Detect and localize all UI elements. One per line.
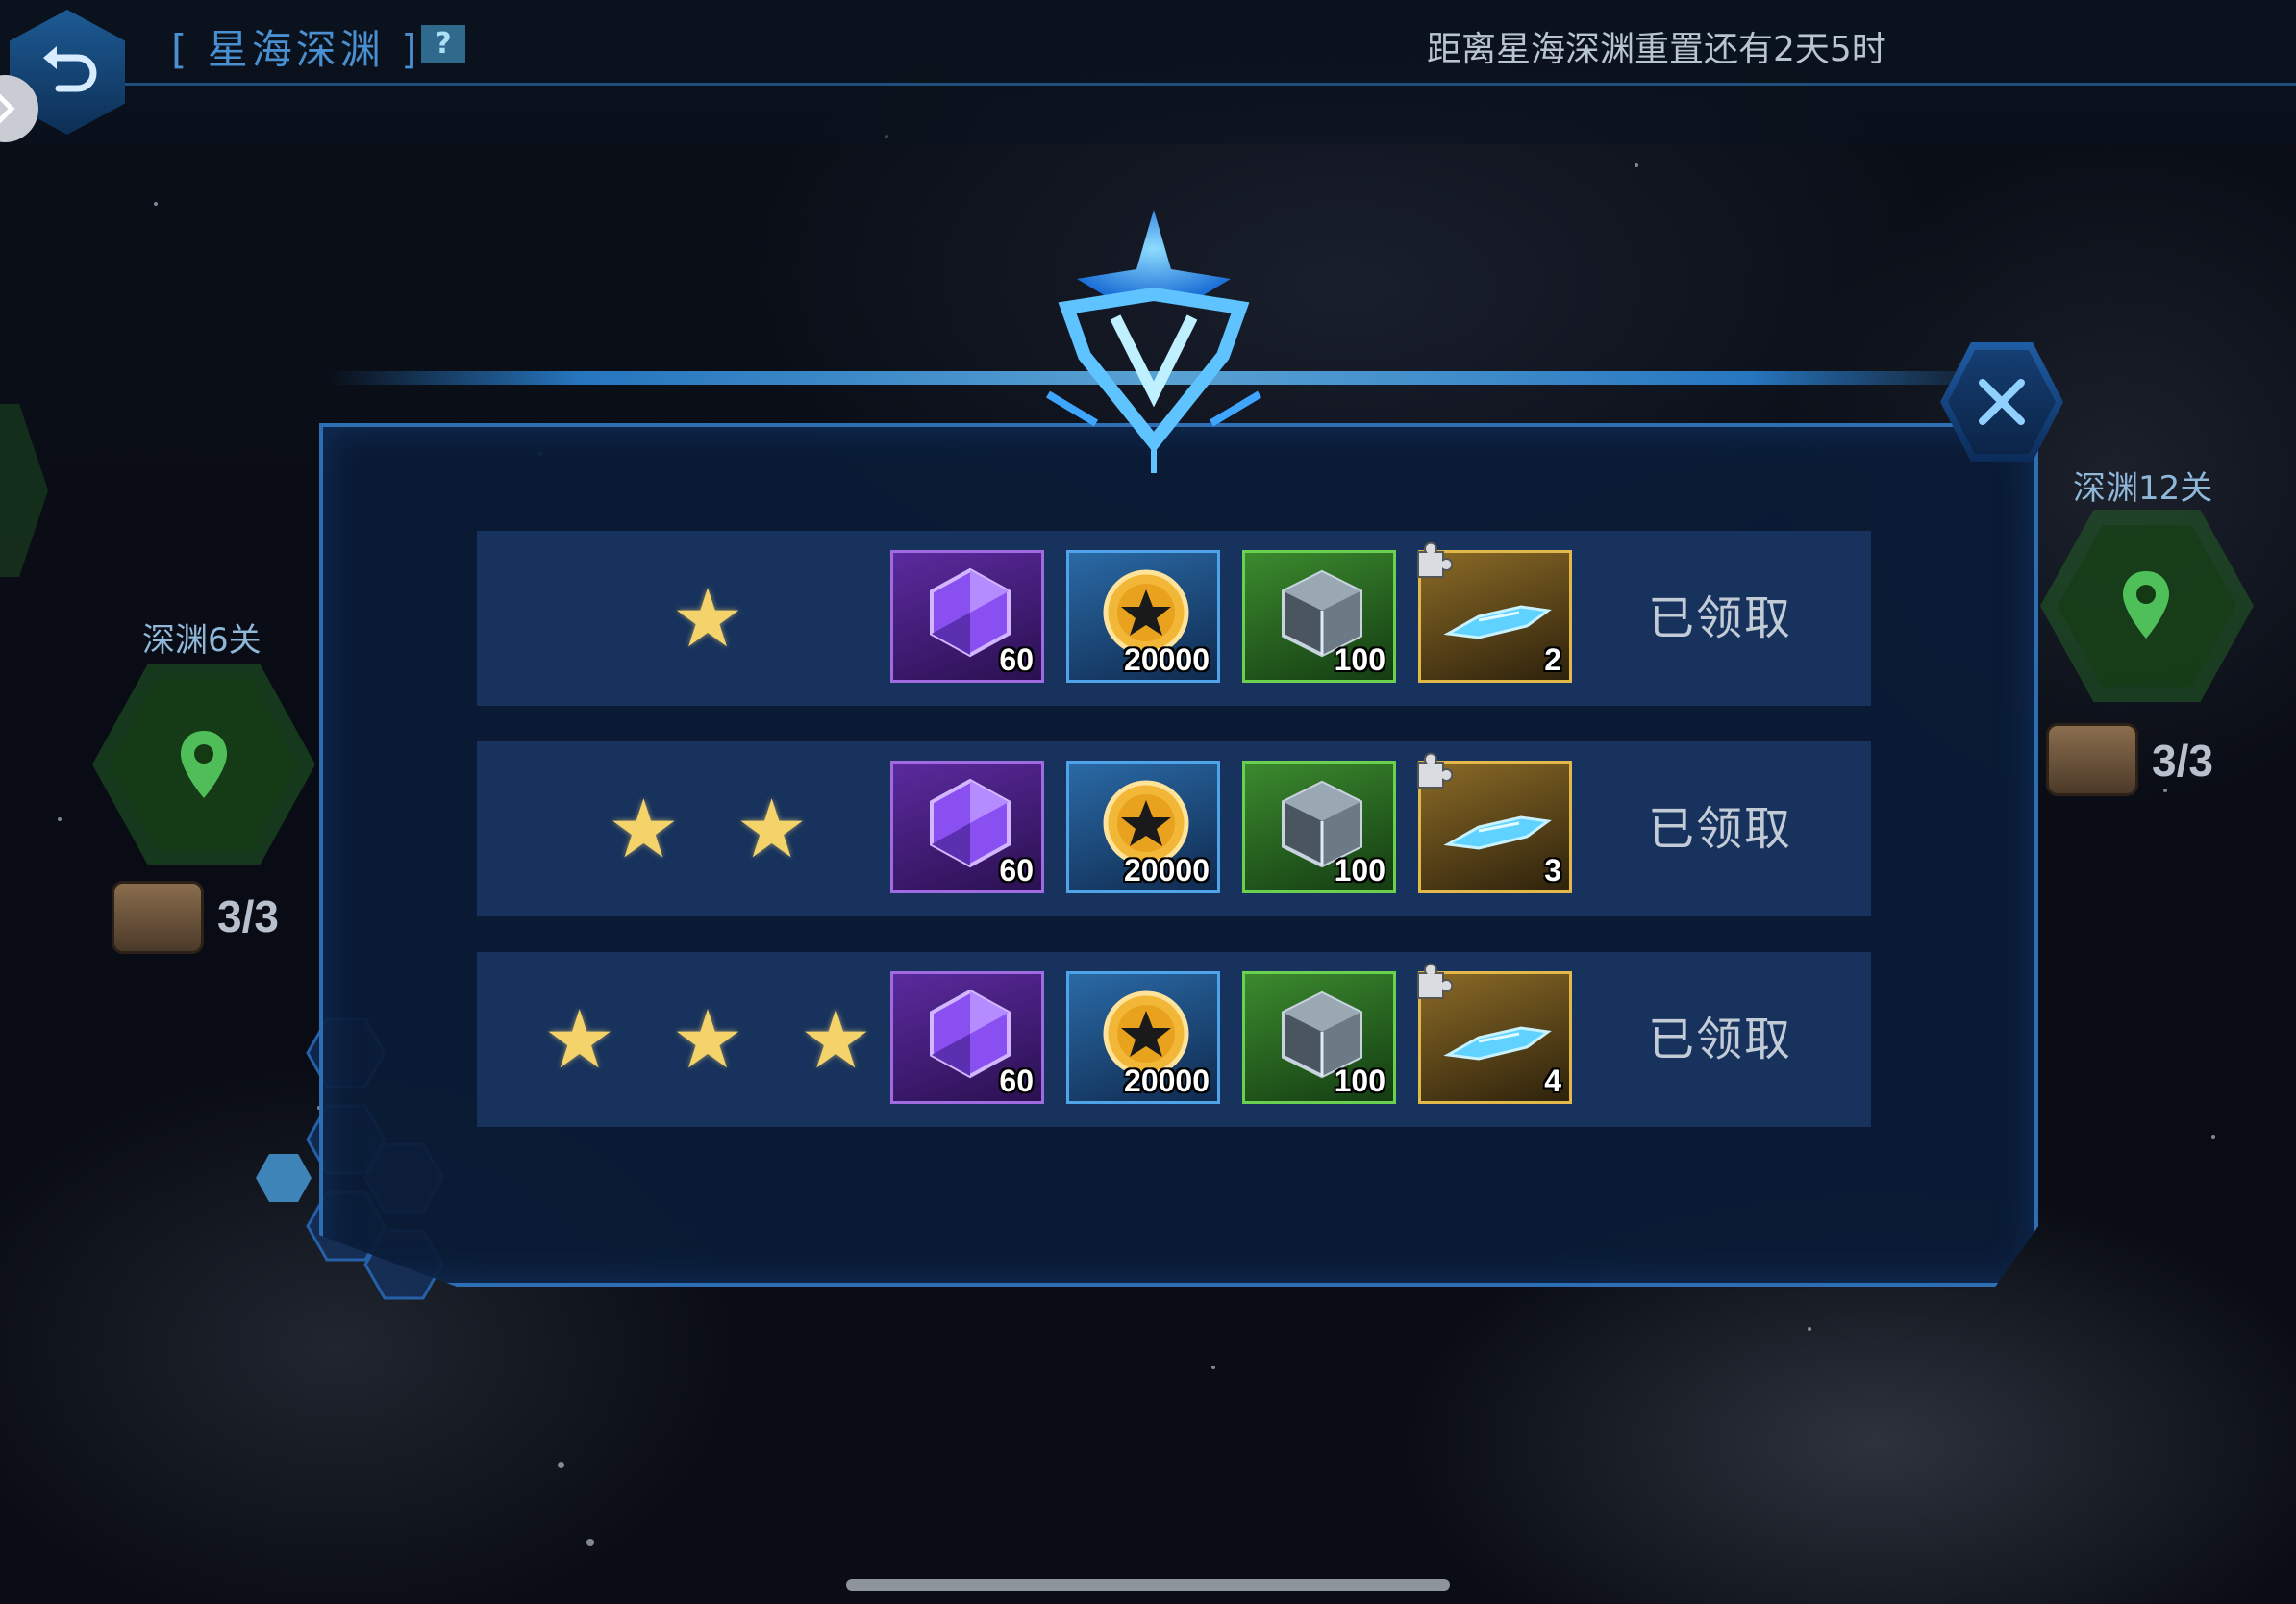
- puzzle-piece-icon: [1417, 963, 1453, 999]
- star-icon: ★: [671, 992, 744, 1087]
- star-icon: ★: [607, 782, 680, 876]
- location-pin-icon: [181, 731, 227, 798]
- item-quantity: 100: [1334, 853, 1385, 888]
- item-quantity: 60: [999, 1064, 1034, 1098]
- reset-timer-text: 距离星海深渊重置还有2天5时: [1427, 30, 1886, 69]
- claimed-status: 已领取: [1648, 591, 1793, 645]
- treasure-chest-icon: [112, 881, 204, 954]
- close-icon: [1979, 379, 2025, 425]
- item-quantity: 3: [1544, 853, 1561, 888]
- item-quantity: 20000: [1124, 853, 1210, 888]
- background-star: [1211, 1366, 1215, 1369]
- background-star: [586, 1539, 594, 1546]
- reward-row: ★ ★ ★ 60 20000 100 4 已领取: [477, 952, 1871, 1127]
- chevron-right-icon: [0, 93, 15, 124]
- star-rating: ★ ★ ★: [477, 952, 938, 1127]
- star-icon: ★: [736, 782, 809, 876]
- map-node-label: 深渊6关: [142, 621, 262, 660]
- item-quantity: 20000: [1124, 642, 1210, 677]
- star-rating: ★: [477, 531, 938, 706]
- ship-fragment-icon: [1443, 815, 1552, 850]
- star-icon: ★: [543, 992, 616, 1087]
- map-node-count: 3/3: [217, 891, 279, 941]
- background-star: [58, 817, 62, 821]
- puzzle-piece-icon: [1417, 541, 1453, 578]
- ship-fragment-icon: [1443, 605, 1552, 639]
- top-bar-divider: [125, 83, 2296, 86]
- background-star: [558, 1462, 564, 1468]
- return-arrow-icon: [43, 46, 97, 92]
- gold-coin-item[interactable]: 20000: [1066, 761, 1220, 893]
- map-node-count: 3/3: [2152, 736, 2213, 786]
- purple-crystal-item[interactable]: 60: [890, 761, 1044, 893]
- ship-fragment-icon: [1443, 1026, 1552, 1061]
- background-star: [1808, 1327, 1811, 1331]
- item-quantity: 60: [999, 853, 1034, 888]
- star-icon: ★: [799, 992, 872, 1087]
- star-rating: ★ ★: [477, 741, 938, 916]
- background-star: [2211, 1135, 2215, 1139]
- map-node-label: 深渊12关: [2073, 469, 2213, 508]
- abyss-emblem-icon: [1045, 210, 1262, 473]
- item-quantity: 2: [1544, 642, 1561, 677]
- purple-crystal-item[interactable]: 60: [890, 971, 1044, 1104]
- treasure-chest-icon: [2046, 723, 2138, 796]
- home-indicator: [846, 1579, 1450, 1591]
- claimed-status: 已领取: [1648, 1013, 1793, 1066]
- item-quantity: 60: [999, 642, 1034, 677]
- help-button[interactable]: ?: [421, 25, 465, 63]
- purple-crystal-item[interactable]: 60: [890, 550, 1044, 683]
- reward-row: ★ ★ 60 20000 100 3 已领取: [477, 741, 1871, 916]
- claimed-status: 已领取: [1648, 802, 1793, 856]
- item-quantity: 20000: [1124, 1064, 1210, 1098]
- metal-cube-item[interactable]: 100: [1242, 971, 1396, 1104]
- item-quantity: 100: [1334, 1064, 1385, 1098]
- gold-coin-item[interactable]: 20000: [1066, 971, 1220, 1104]
- item-quantity: 100: [1334, 642, 1385, 677]
- metal-cube-item[interactable]: 100: [1242, 550, 1396, 683]
- page-title: [ 星海深渊 ]: [171, 26, 421, 73]
- item-quantity: 4: [1544, 1064, 1561, 1098]
- background-star: [1635, 163, 1638, 167]
- gold-coin-item[interactable]: 20000: [1066, 550, 1220, 683]
- background-star: [154, 202, 158, 206]
- star-icon: ★: [671, 571, 744, 665]
- puzzle-piece-icon: [1417, 752, 1453, 789]
- reward-row: ★ 60 20000 100 2 已领取: [477, 531, 1871, 706]
- background-star: [2163, 789, 2167, 792]
- location-pin-icon: [2123, 571, 2169, 639]
- metal-cube-item[interactable]: 100: [1242, 761, 1396, 893]
